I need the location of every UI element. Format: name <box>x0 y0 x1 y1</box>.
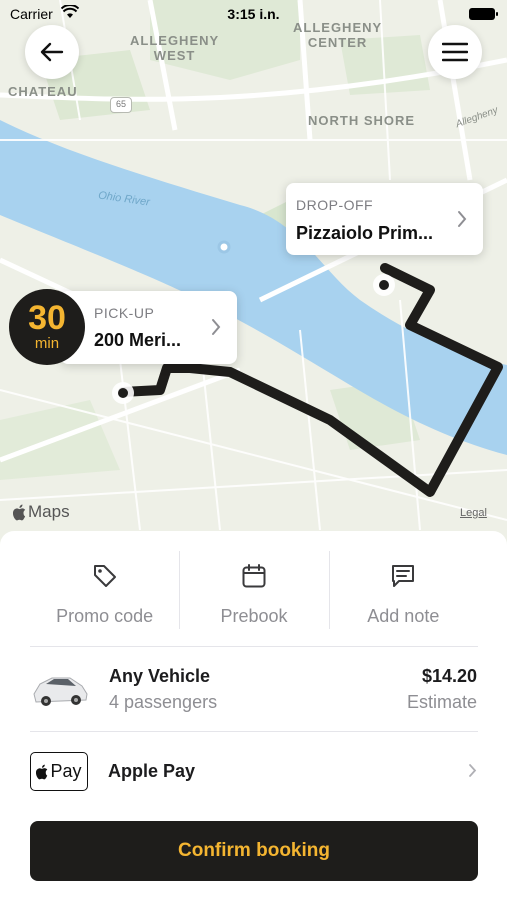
calendar-icon <box>242 564 266 588</box>
pickup-pin <box>112 382 134 404</box>
chevron-right-icon <box>458 211 467 227</box>
apple-icon <box>36 764 48 779</box>
chevron-right-icon[interactable] <box>468 763 477 778</box>
add-note-label: Add note <box>367 606 440 626</box>
arrow-left-icon <box>40 42 64 62</box>
eta-unit: min <box>34 335 60 352</box>
prebook-label: Prebook <box>220 606 288 626</box>
promo-code-label: Promo code <box>56 606 154 626</box>
confirm-booking-button[interactable]: Confirm booking <box>30 821 478 881</box>
dropoff-caption: DROP-OFF <box>296 197 374 213</box>
battery-icon <box>469 8 498 20</box>
maps-text: Maps <box>28 502 70 521</box>
car-icon <box>33 677 88 706</box>
divider <box>30 646 478 647</box>
action-row: Promo code Prebook Add note <box>30 551 478 646</box>
legal-link[interactable]: Legal <box>460 507 487 519</box>
dropoff-pin <box>373 274 395 296</box>
apple-icon <box>13 504 26 520</box>
promo-code-button[interactable]: Promo code <box>30 551 179 646</box>
eta-minutes: 30 <box>28 299 66 337</box>
pickup-caption: PICK-UP <box>94 305 155 321</box>
menu-button[interactable] <box>428 25 482 79</box>
fare-note: Estimate <box>406 692 477 712</box>
chevron-right-icon <box>212 319 221 335</box>
hamburger-icon <box>442 42 468 62</box>
dropoff-address: Pizzaiolo Prim... <box>296 223 434 243</box>
fare-price: $14.20 <box>421 666 477 686</box>
prebook-button[interactable]: Prebook <box>179 551 328 646</box>
pickup-callout[interactable]: PICK-UP 200 Meri... <box>60 291 237 364</box>
dropoff-callout[interactable]: DROP-OFF Pizzaiolo Prim... <box>286 183 483 255</box>
district-label: NORTH SHORE <box>308 113 416 128</box>
payment-method-label[interactable]: Apple Pay <box>108 761 195 782</box>
vehicle-name: Any Vehicle <box>109 666 211 686</box>
district-label: CHATEAU <box>8 84 78 99</box>
divider <box>30 731 478 732</box>
eta-badge: 30 min <box>9 289 85 365</box>
note-icon <box>392 565 415 587</box>
booking-sheet: Promo code Prebook Add note Any Vehicle … <box>0 531 507 900</box>
status-bar: Carrier 3:15 i.n. <box>0 0 507 28</box>
vehicle-capacity: 4 passengers <box>109 692 218 712</box>
district-label: ALLEGHENY WEST <box>130 33 220 63</box>
clock: 3:15 i.n. <box>227 6 280 22</box>
pickup-address: 200 Meri... <box>94 330 182 350</box>
apple-pay-badge[interactable]: Pay <box>30 752 88 791</box>
map-view[interactable]: ALLEGHENY WEST ALLEGHENY CENTER CHATEAU NO… <box>0 0 507 560</box>
pay-badge-text: Pay <box>50 761 82 781</box>
tag-icon <box>93 565 116 587</box>
back-button[interactable] <box>25 25 79 79</box>
maps-attribution: Maps <box>13 502 70 522</box>
add-note-button[interactable]: Add note <box>328 551 478 646</box>
highway-shield: 65 <box>110 97 132 113</box>
